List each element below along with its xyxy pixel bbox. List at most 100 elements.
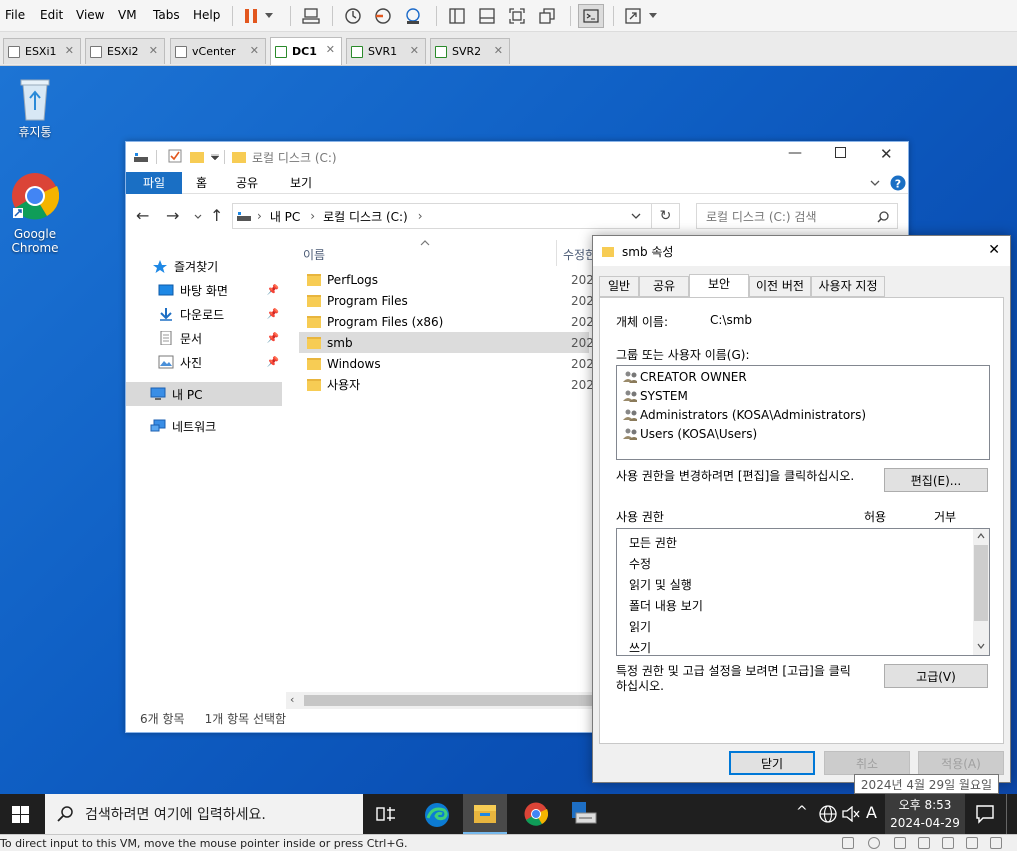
device-icon[interactable]	[842, 837, 854, 849]
network-globe-icon[interactable]	[819, 805, 837, 823]
chevron-up-icon[interactable]: ^	[796, 804, 808, 820]
unity-icon[interactable]	[536, 5, 558, 27]
close-icon[interactable]: ✕	[149, 44, 158, 57]
tab-svr1[interactable]: SVR1 ✕	[346, 38, 426, 64]
dialog-close-button[interactable]: ✕	[988, 242, 1000, 258]
vertical-scrollbar[interactable]	[973, 529, 989, 655]
ribbon-tab-home[interactable]: 홈	[182, 172, 221, 194]
file-row[interactable]: PerfLogs 2021	[299, 269, 602, 290]
menu-vm[interactable]: VM	[118, 8, 137, 22]
desktop-icon-recycle-bin[interactable]: 휴지통	[0, 76, 70, 139]
close-icon[interactable]: ✕	[410, 44, 419, 57]
tab-previous-versions[interactable]: 이전 버전	[749, 276, 811, 297]
file-row[interactable]: Program Files (x86) 2024	[299, 311, 602, 332]
scrollbar-thumb[interactable]	[974, 545, 988, 621]
pin-icon[interactable]: 📌	[267, 309, 279, 320]
ribbon-tab-share[interactable]: 공유	[222, 172, 272, 194]
fullscreen-icon[interactable]	[506, 5, 528, 27]
column-header-name[interactable]: 이름	[303, 246, 325, 263]
user-item[interactable]: CREATOR OWNER	[623, 370, 747, 384]
breadcrumb-this-pc[interactable]: 내 PC	[270, 208, 300, 225]
nav-network[interactable]: 네트워크	[126, 414, 282, 438]
ribbon-tab-file[interactable]: 파일	[126, 172, 182, 194]
tab-esxi2[interactable]: ESXi2 ✕	[85, 38, 165, 64]
chrome-icon[interactable]	[524, 802, 548, 826]
permissions-listbox[interactable]: 모든 권한 수정 읽기 및 실행 폴더 내용 보기 읽기 쓰기	[616, 528, 990, 656]
device-icon[interactable]	[942, 837, 954, 849]
tab-svr2[interactable]: SVR2 ✕	[430, 38, 510, 64]
pin-icon[interactable]: 📌	[267, 285, 279, 296]
ime-indicator[interactable]: A	[866, 803, 877, 822]
cancel-button[interactable]: 취소	[824, 751, 910, 775]
file-row[interactable]: Windows 2024	[299, 353, 602, 374]
nav-desktop[interactable]: 바탕 화면 📌	[126, 278, 282, 302]
tab-security[interactable]: 보안	[689, 274, 749, 297]
menu-help[interactable]: Help	[193, 8, 220, 22]
menu-edit[interactable]: Edit	[40, 8, 63, 22]
server-manager-icon[interactable]	[570, 801, 598, 827]
nav-pictures[interactable]: 사진 📌	[126, 350, 282, 374]
menu-view[interactable]: View	[76, 8, 104, 22]
send-keys-icon[interactable]	[300, 5, 322, 27]
forward-arrow-icon[interactable]: →	[166, 206, 179, 225]
edit-button[interactable]: 편집(E)...	[884, 468, 988, 492]
minimize-button[interactable]: —	[788, 145, 802, 161]
desktop-icon-chrome[interactable]: Google Chrome	[0, 172, 70, 255]
show-desktop-button[interactable]	[1006, 794, 1017, 834]
tab-customize[interactable]: 사용자 지정	[811, 276, 885, 297]
taskbar-search-input[interactable]: 검색하려면 여기에 입력하세요.	[45, 794, 363, 834]
tab-vcenter[interactable]: vCenter ✕	[170, 38, 266, 64]
volume-muted-icon[interactable]	[842, 806, 860, 822]
console-view-icon[interactable]	[578, 4, 604, 28]
nav-quick-access[interactable]: 즐겨찾기	[126, 254, 282, 278]
users-listbox[interactable]: CREATOR OWNER SYSTEM Administrators (KOS…	[616, 365, 990, 460]
search-input[interactable]: 로컬 디스크 (C:) 검색	[696, 203, 898, 229]
device-icon[interactable]	[868, 837, 880, 849]
windows-start-icon[interactable]	[12, 806, 29, 823]
breadcrumb-separator-icon[interactable]: ›	[310, 209, 315, 223]
user-item[interactable]: Users (KOSA\Users)	[623, 427, 757, 441]
ribbon-tab-view[interactable]: 보기	[276, 172, 326, 194]
device-icon[interactable]	[966, 837, 978, 849]
chevron-down-icon[interactable]	[631, 213, 641, 220]
nav-documents[interactable]: 문서 📌	[126, 326, 282, 350]
breadcrumb-local-disk[interactable]: 로컬 디스크 (C:)	[323, 208, 408, 225]
chevron-down-icon[interactable]	[194, 214, 202, 220]
device-icon[interactable]	[918, 837, 930, 849]
user-item[interactable]: SYSTEM	[623, 389, 688, 403]
tab-dc1[interactable]: DC1 ✕	[270, 37, 342, 65]
maximize-button[interactable]	[835, 147, 846, 158]
file-row-selected[interactable]: smb 2024	[299, 332, 602, 353]
chevron-down-icon[interactable]	[977, 643, 985, 649]
tab-esxi1[interactable]: ESXi1 ✕	[3, 38, 81, 64]
notification-icon[interactable]	[975, 804, 995, 824]
device-icon[interactable]	[894, 837, 906, 849]
close-icon[interactable]: ✕	[65, 44, 74, 57]
chevron-down-icon[interactable]	[870, 180, 880, 187]
file-row[interactable]: 사용자 2024	[299, 374, 602, 395]
help-icon[interactable]: ?	[890, 175, 906, 191]
edge-icon[interactable]	[424, 802, 450, 828]
breadcrumb-separator-icon[interactable]: ›	[418, 209, 423, 223]
breadcrumb-separator-icon[interactable]: ›	[257, 209, 262, 223]
device-icon[interactable]	[990, 837, 1002, 849]
nav-this-pc[interactable]: 내 PC	[126, 382, 282, 406]
menu-file[interactable]: File	[5, 8, 25, 22]
sidebar-view-icon[interactable]	[446, 5, 468, 27]
new-folder-icon[interactable]	[190, 150, 204, 163]
stretch-icon[interactable]	[622, 5, 644, 27]
chevron-down-icon[interactable]	[211, 154, 219, 160]
tab-sharing[interactable]: 공유	[639, 276, 689, 297]
taskbar-explorer-button[interactable]	[463, 794, 507, 834]
chevron-down-icon[interactable]	[262, 5, 276, 27]
advanced-button[interactable]: 고급(V)	[884, 664, 988, 688]
refresh-icon[interactable]: ↻	[652, 203, 680, 229]
thumbnail-view-icon[interactable]	[476, 5, 498, 27]
revert-snapshot-icon[interactable]	[372, 5, 394, 27]
menu-tabs[interactable]: Tabs	[153, 8, 180, 22]
close-dialog-button[interactable]: 닫기	[729, 751, 815, 775]
pause-icon[interactable]	[240, 5, 262, 27]
chevron-up-icon[interactable]	[977, 533, 985, 539]
properties-icon[interactable]	[168, 149, 182, 163]
close-icon[interactable]: ✕	[250, 44, 259, 57]
